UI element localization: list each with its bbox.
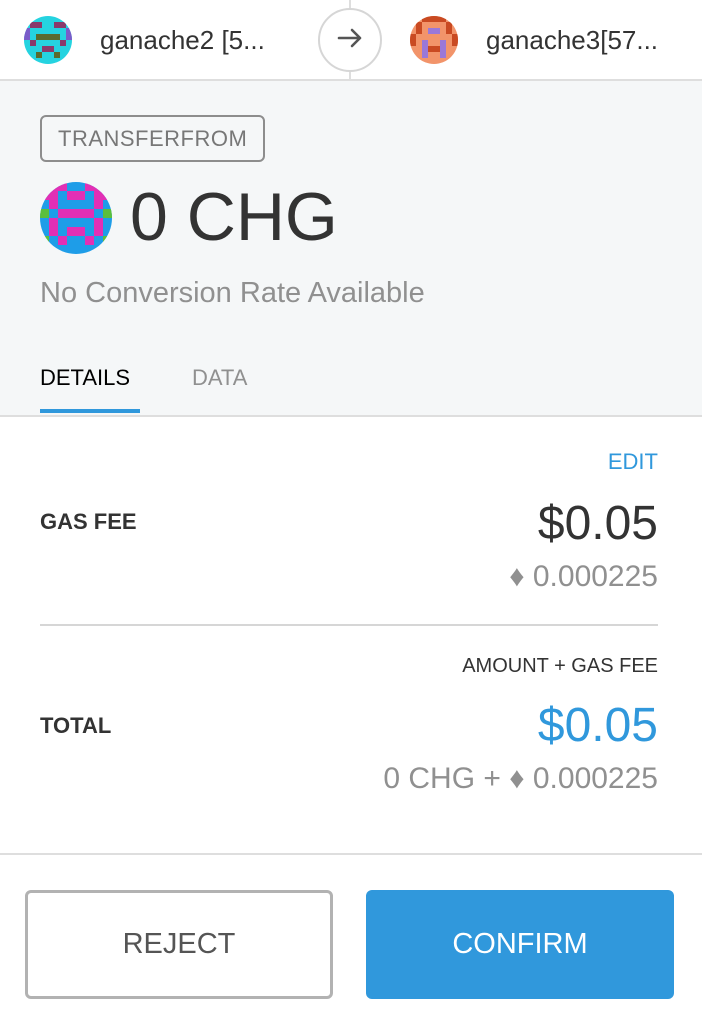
tab-data[interactable]: DATA (192, 365, 247, 391)
tab-details[interactable]: DETAILS (40, 365, 140, 391)
token-amount: 0 CHG (130, 179, 338, 255)
total-fiat: $0.05 (537, 699, 658, 752)
total-sub-label: AMOUNT + GAS FEE (462, 655, 658, 677)
method-badge: TRANSFERFROM (40, 115, 266, 162)
details-divider (40, 624, 658, 626)
identicon-from-icon (24, 16, 72, 64)
gas-fee-label: GAS FEE (40, 509, 137, 534)
sender-account[interactable]: ganache2 [5... (24, 0, 280, 80)
arrow-right-icon (335, 23, 365, 58)
total-breakdown: 0 CHG + ♦ 0.000225 (383, 762, 658, 795)
sender-account-name: ganache2 [5... (100, 24, 265, 55)
active-tab-indicator (40, 409, 140, 413)
gas-fee-fiat: $0.05 (537, 497, 658, 550)
transaction-summary: TRANSFERFROM 0 CHG No Conversion Rate Av… (0, 81, 702, 417)
recipient-account[interactable]: ganache3[57... (410, 0, 666, 80)
conversion-rate-text: No Conversion Rate Available (40, 277, 425, 309)
identicon-to-icon (410, 16, 458, 64)
token-identicon-icon (40, 182, 112, 254)
confirm-page-header: ganache2 [5... ganache3[57... (0, 0, 702, 81)
confirm-button[interactable]: CONFIRM (366, 890, 674, 999)
reject-button[interactable]: REJECT (25, 890, 333, 999)
gas-fee-eth: ♦ 0.000225 (509, 560, 658, 593)
edit-gas-button[interactable]: EDIT (608, 449, 658, 475)
recipient-account-name: ganache3[57... (486, 24, 659, 55)
arrow-button[interactable] (318, 8, 382, 72)
total-label: TOTAL (40, 713, 112, 738)
confirm-footer: REJECT CONFIRM (0, 853, 702, 1020)
